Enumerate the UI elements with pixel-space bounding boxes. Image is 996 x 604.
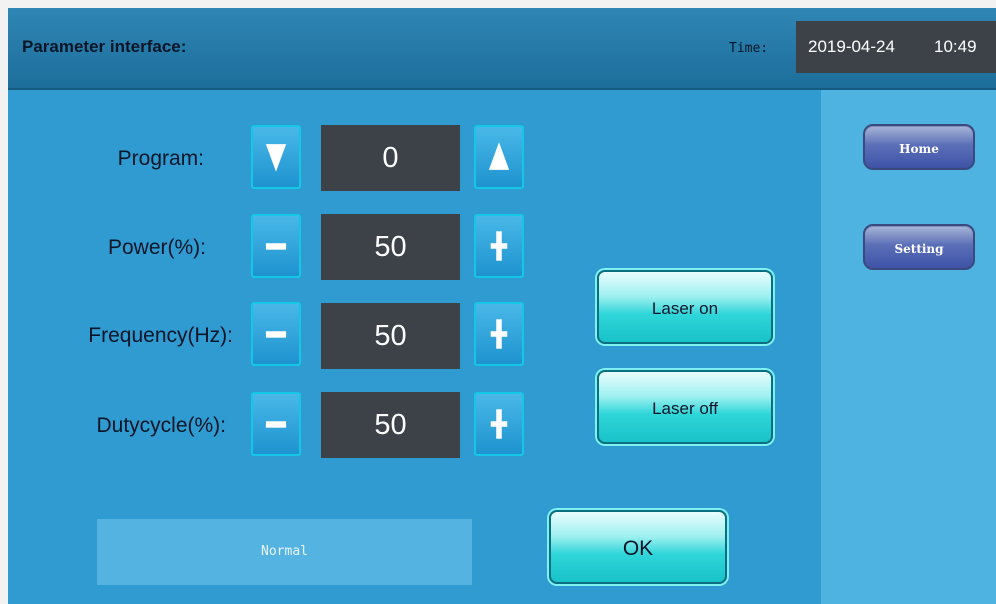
- datetime-display: 2019-04-24 10:49: [796, 21, 996, 73]
- up-triangle-icon: [488, 142, 510, 170]
- home-button[interactable]: Home: [863, 124, 975, 170]
- dutycycle-increase-button[interactable]: [474, 392, 524, 456]
- program-increase-button[interactable]: [474, 125, 524, 189]
- minus-icon: [265, 331, 287, 338]
- time-label: Time:: [729, 41, 769, 56]
- program-label: Program:: [117, 147, 204, 170]
- frequency-increase-button[interactable]: [474, 302, 524, 366]
- program-decrease-button[interactable]: [251, 125, 301, 189]
- dutycycle-decrease-button[interactable]: [251, 392, 301, 456]
- program-value: 0: [321, 125, 460, 191]
- plus-icon: [490, 231, 508, 261]
- plus-icon: [490, 319, 508, 349]
- main-screen: Parameter interface: Time: 2019-04-24 10…: [8, 8, 996, 604]
- frequency-decrease-button[interactable]: [251, 302, 301, 366]
- setting-button[interactable]: Setting: [863, 224, 975, 270]
- plus-icon: [490, 409, 508, 439]
- laser-on-button[interactable]: Laser on: [597, 270, 773, 344]
- frequency-label: Frequency(Hz):: [88, 324, 233, 347]
- clock-value: 10:49: [934, 37, 977, 56]
- laser-off-button[interactable]: Laser off: [597, 370, 773, 444]
- frequency-value: 50: [321, 303, 460, 369]
- minus-icon: [265, 243, 287, 250]
- down-triangle-icon: [265, 144, 287, 172]
- power-increase-button[interactable]: [474, 214, 524, 278]
- side-panel: Home Setting: [821, 90, 996, 604]
- power-label: Power(%):: [107, 236, 206, 259]
- minus-icon: [265, 421, 287, 428]
- ok-button[interactable]: OK: [549, 510, 727, 584]
- status-display: Normal: [97, 519, 472, 585]
- dutycycle-label: Dutycycle(%):: [96, 414, 226, 437]
- power-decrease-button[interactable]: [251, 214, 301, 278]
- page-title: Parameter interface:: [22, 37, 187, 56]
- dutycycle-value: 50: [321, 392, 460, 458]
- date-value: 2019-04-24: [808, 37, 895, 56]
- header-bar: Parameter interface: Time: 2019-04-24 10…: [8, 8, 996, 90]
- power-value: 50: [321, 214, 460, 280]
